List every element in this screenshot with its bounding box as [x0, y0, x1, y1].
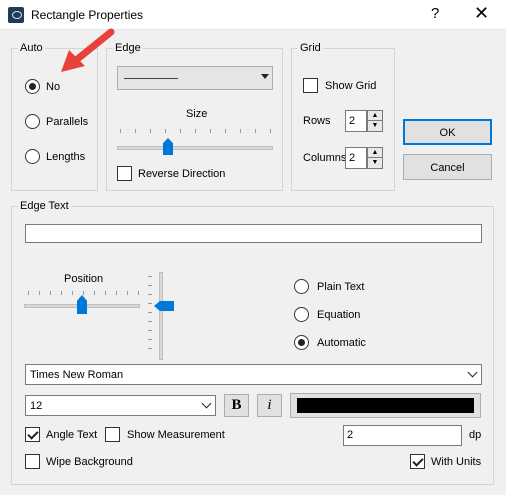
with-units-checkbox[interactable]	[410, 454, 425, 469]
automatic-label: Automatic	[317, 337, 366, 349]
equation-radio[interactable]	[294, 307, 309, 322]
auto-parallels-label: Parallels	[46, 116, 89, 128]
cancel-button[interactable]: Cancel	[403, 154, 492, 180]
show-grid-checkbox[interactable]	[303, 78, 318, 93]
line-style-dropdown[interactable]	[117, 66, 273, 90]
columns-up-icon[interactable]: ▲	[368, 148, 382, 158]
wipe-background-checkbox[interactable]	[25, 454, 40, 469]
plain-text-radio[interactable]	[294, 279, 309, 294]
dropdown-arrow-icon	[261, 74, 269, 79]
auto-legend: Auto	[20, 42, 43, 54]
edge-text-input[interactable]	[25, 224, 482, 243]
grid-legend: Grid	[300, 42, 321, 54]
rows-spinner[interactable]: ▲ ▼	[367, 110, 383, 132]
with-units-label: With Units	[431, 456, 482, 468]
red-arrow-pointer-icon	[61, 28, 115, 72]
equation-label: Equation	[317, 309, 361, 321]
window-title: Rectangle Properties	[31, 8, 144, 22]
rows-input[interactable]: 2	[345, 110, 367, 132]
size-slider-track	[117, 146, 273, 150]
size-slider[interactable]	[117, 123, 273, 155]
chevron-down-icon	[467, 367, 478, 378]
angle-text-label: Angle Text	[46, 429, 98, 441]
auto-lengths-label: Lengths	[46, 151, 86, 163]
auto-parallels-radio[interactable]	[25, 114, 40, 129]
dp-input[interactable]: 2	[343, 425, 462, 446]
font-value: Times New Roman	[30, 369, 124, 381]
dp-label: dp	[469, 429, 482, 441]
size-label: Size	[186, 108, 208, 120]
auto-no-radio[interactable]	[25, 79, 40, 94]
help-button[interactable]: ?	[431, 5, 439, 22]
rows-up-icon[interactable]: ▲	[368, 111, 382, 121]
app-icon	[8, 7, 24, 23]
columns-spinner[interactable]: ▲ ▼	[367, 147, 383, 169]
position-label: Position	[64, 273, 104, 285]
bold-button[interactable]: B	[224, 394, 249, 417]
plain-text-label: Plain Text	[317, 281, 365, 293]
position-h-thumb[interactable]	[77, 295, 87, 314]
auto-lengths-radio[interactable]	[25, 149, 40, 164]
ok-button[interactable]: OK	[403, 119, 492, 145]
reverse-direction-checkbox[interactable]	[117, 166, 132, 181]
title-bar: Rectangle Properties ? ✕	[0, 0, 506, 30]
show-grid-label: Show Grid	[325, 80, 377, 92]
font-size-value: 12	[30, 400, 43, 412]
italic-button[interactable]: i	[257, 394, 282, 417]
position-v-track	[159, 272, 163, 360]
rows-down-icon[interactable]: ▼	[368, 121, 382, 131]
size-slider-thumb[interactable]	[163, 138, 173, 155]
font-dropdown[interactable]: Times New Roman	[25, 364, 482, 385]
show-measurement-label: Show Measurement	[127, 429, 225, 441]
columns-input[interactable]: 2	[345, 147, 367, 169]
columns-down-icon[interactable]: ▼	[368, 158, 382, 168]
angle-text-checkbox[interactable]	[25, 427, 40, 442]
close-button[interactable]: ✕	[474, 3, 489, 24]
automatic-radio[interactable]	[294, 335, 309, 350]
columns-label: Columns	[303, 152, 347, 164]
chevron-down-icon	[201, 398, 212, 409]
auto-no-label: No	[46, 81, 61, 93]
position-v-thumb[interactable]	[154, 301, 174, 311]
color-swatch	[297, 398, 474, 413]
edge-legend: Edge	[115, 42, 141, 54]
reverse-direction-label: Reverse Direction	[138, 168, 226, 180]
color-picker-button[interactable]	[290, 393, 481, 418]
position-vertical-slider[interactable]	[146, 272, 174, 360]
rows-label: Rows	[303, 115, 331, 127]
show-measurement-checkbox[interactable]	[105, 427, 120, 442]
position-horizontal-slider[interactable]	[24, 285, 142, 317]
solid-line-preview	[124, 78, 178, 79]
wipe-background-label: Wipe Background	[46, 456, 133, 468]
edge-text-legend: Edge Text	[20, 200, 69, 212]
font-size-dropdown[interactable]: 12	[25, 395, 216, 416]
